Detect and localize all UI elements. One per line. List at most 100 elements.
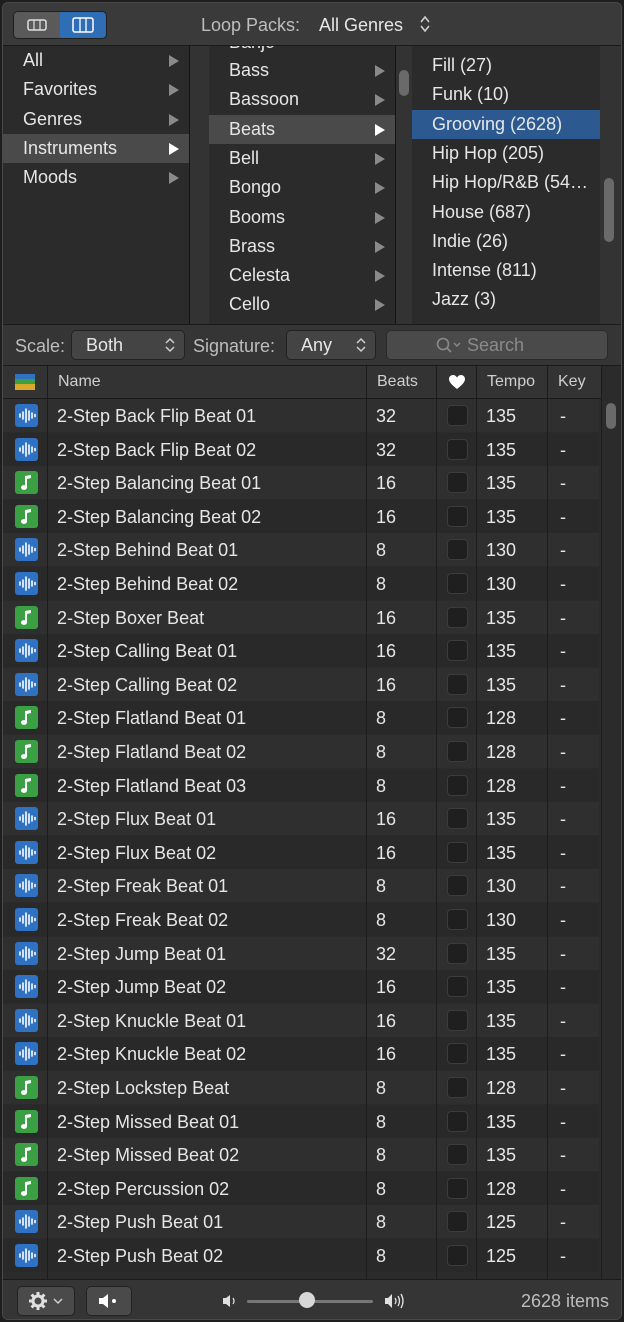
- favorite-checkbox[interactable]: [447, 640, 468, 662]
- favorite-checkbox[interactable]: [447, 976, 468, 998]
- beats-column-header[interactable]: Beats: [366, 366, 437, 398]
- instrument-item-bongo[interactable]: Bongo: [209, 173, 395, 202]
- table-row[interactable]: 2-Step Freak Beat 01 8 130 -: [3, 869, 599, 903]
- table-row[interactable]: 2-Step Back Flip Beat 02 32 135 -: [3, 432, 599, 466]
- table-row[interactable]: 2-Step Flux Beat 01 16 135 -: [3, 802, 599, 836]
- table-row[interactable]: 2-Step Percussion 02 8 128 -: [3, 1171, 599, 1205]
- favorite-column-header[interactable]: [436, 366, 477, 398]
- table-row[interactable]: 2-Step Back Flip Beat 01 32 135 -: [3, 399, 599, 432]
- descriptor-column-scrollbar[interactable]: [604, 178, 614, 242]
- favorite-checkbox[interactable]: [447, 405, 468, 426]
- column-view-button[interactable]: [60, 12, 106, 38]
- table-row[interactable]: 2-Step Flatland Beat 01 8 128 -: [3, 701, 599, 735]
- instrument-item-beats[interactable]: Beats: [209, 114, 395, 144]
- table-row[interactable]: 2-Step Lockstep Beat 8 128 -: [3, 1071, 599, 1104]
- table-row[interactable]: 2-Step Knuckle Beat 02 16 135 -: [3, 1037, 599, 1071]
- table-row[interactable]: 2-Step Freak Beat 02 8 130 -: [3, 903, 599, 936]
- table-row[interactable]: 2-Step Balancing Beat 01 16 135 -: [3, 466, 599, 500]
- descriptor-item-house-687[interactable]: House (687): [412, 198, 600, 227]
- table-row[interactable]: 2-Step Push Beat 01 8 125 -: [3, 1205, 599, 1239]
- descriptor-item-intense-811[interactable]: Intense (811): [412, 256, 600, 285]
- favorite-checkbox[interactable]: [447, 472, 468, 494]
- table-row[interactable]: 2-Step Flux Beat 02 16 135 -: [3, 835, 599, 869]
- favorite-checkbox[interactable]: [447, 606, 468, 628]
- favorite-checkbox[interactable]: [447, 1077, 468, 1098]
- descriptor-item-fill-27[interactable]: Fill (27): [412, 51, 600, 80]
- volume-slider-thumb[interactable]: [299, 1292, 316, 1308]
- preview-speaker-button[interactable]: [86, 1286, 132, 1316]
- favorite-checkbox[interactable]: [447, 707, 468, 729]
- scale-popup[interactable]: Both: [71, 330, 185, 360]
- signature-popup[interactable]: Any: [286, 330, 376, 360]
- favorite-checkbox[interactable]: [447, 505, 468, 527]
- table-row[interactable]: 2-Step Missed Beat 01 8 135 -: [3, 1104, 599, 1138]
- instrument-item-brass[interactable]: Brass: [209, 232, 395, 261]
- favorite-checkbox[interactable]: [447, 1245, 468, 1266]
- category-item-favorites[interactable]: Favorites: [3, 75, 189, 104]
- favorite-checkbox[interactable]: [447, 573, 468, 594]
- favorite-checkbox[interactable]: [447, 1144, 468, 1166]
- favorite-checkbox[interactable]: [447, 875, 468, 897]
- descriptor-item-grooving-2628[interactable]: Grooving (2628): [412, 109, 600, 139]
- instrument-column-scrollbar[interactable]: [399, 70, 409, 96]
- loop-beats: 8: [376, 910, 387, 930]
- favorite-checkbox[interactable]: [447, 438, 468, 460]
- up-down-chevron-icon[interactable]: [419, 14, 431, 34]
- instrument-item-celesta[interactable]: Celesta: [209, 261, 395, 290]
- table-row[interactable]: 2-Step Jump Beat 02 16 135 -: [3, 970, 599, 1004]
- table-row[interactable]: 2-Step Knuckle Beat 01 16 135 -: [3, 1003, 599, 1037]
- tempo-column-header[interactable]: Tempo: [476, 366, 548, 398]
- favorite-checkbox[interactable]: [447, 942, 468, 964]
- table-row[interactable]: 2-Step Behind Beat 01 8 130 -: [3, 533, 599, 567]
- instrument-item-label: Bass: [229, 60, 270, 80]
- favorite-checkbox[interactable]: [447, 1177, 468, 1199]
- favorite-checkbox[interactable]: [447, 1211, 468, 1233]
- descriptor-item-hip-hop-r-b-54[interactable]: Hip Hop/R&B (54…: [412, 168, 600, 197]
- favorite-checkbox[interactable]: [447, 909, 468, 930]
- speaker-icon: [99, 1294, 116, 1308]
- loop-key: -: [560, 977, 566, 998]
- table-row[interactable]: 2-Step Jump Beat 01 32 135 -: [3, 936, 599, 970]
- descriptor-item-jazz-3[interactable]: Jazz (3): [412, 285, 600, 314]
- favorite-checkbox[interactable]: [447, 774, 468, 796]
- category-item-instruments[interactable]: Instruments: [3, 133, 189, 163]
- instrument-item-bell[interactable]: Bell: [209, 144, 395, 173]
- favorite-checkbox[interactable]: [447, 539, 468, 561]
- table-scrollbar[interactable]: [606, 403, 616, 429]
- action-menu-button[interactable]: [17, 1286, 75, 1316]
- favorite-checkbox[interactable]: [447, 1110, 468, 1132]
- table-row[interactable]: 2-Step Calling Beat 01 16 135 -: [3, 634, 599, 668]
- instrument-item-cello[interactable]: Cello: [209, 290, 395, 319]
- category-item-moods[interactable]: Moods: [3, 163, 189, 192]
- table-row[interactable]: 2-Step Missed Beat 02 8 135 -: [3, 1138, 599, 1172]
- table-row[interactable]: 2-Step Balancing Beat 02 16 135 -: [3, 499, 599, 533]
- favorite-checkbox[interactable]: [447, 741, 468, 762]
- view-mode-segmented-control[interactable]: [13, 11, 107, 39]
- favorite-checkbox[interactable]: [447, 1009, 468, 1031]
- descriptor-item-hip-hop-205[interactable]: Hip Hop (205): [412, 139, 600, 168]
- table-row[interactable]: 2-Step Flatland Beat 02 8 128 -: [3, 735, 599, 768]
- favorite-checkbox[interactable]: [447, 1043, 468, 1065]
- instrument-item-bass[interactable]: Bass: [209, 56, 395, 85]
- instrument-item-bassoon[interactable]: Bassoon: [209, 85, 395, 114]
- favorite-checkbox[interactable]: [447, 808, 468, 830]
- table-row[interactable]: 2-Step Push Beat 02 8 125 -: [3, 1239, 599, 1272]
- table-row[interactable]: 2-Step Behind Beat 02 8 130 -: [3, 567, 599, 600]
- category-item-all[interactable]: All: [3, 46, 189, 75]
- name-column-header[interactable]: Name: [47, 366, 367, 398]
- search-field[interactable]: Search: [386, 330, 608, 360]
- loop-name: 2-Step Calling Beat 01: [57, 641, 238, 662]
- loop-packs-popup[interactable]: All Genres: [319, 15, 403, 36]
- key-column-header[interactable]: Key: [547, 366, 602, 398]
- list-view-button[interactable]: [14, 12, 60, 38]
- table-row[interactable]: 2-Step Boxer Beat 16 135 -: [3, 600, 599, 634]
- table-row[interactable]: 2-Step Calling Beat 02 16 135 -: [3, 667, 599, 701]
- descriptor-item-indie-26[interactable]: Indie (26): [412, 227, 600, 256]
- favorite-checkbox[interactable]: [447, 673, 468, 695]
- table-row[interactable]: 2-Step Flatland Beat 03 8 128 -: [3, 768, 599, 802]
- type-column-header[interactable]: [3, 366, 47, 398]
- descriptor-item-funk-10[interactable]: Funk (10): [412, 80, 600, 109]
- category-item-genres[interactable]: Genres: [3, 105, 189, 134]
- instrument-item-booms[interactable]: Booms: [209, 203, 395, 232]
- favorite-checkbox[interactable]: [447, 841, 468, 863]
